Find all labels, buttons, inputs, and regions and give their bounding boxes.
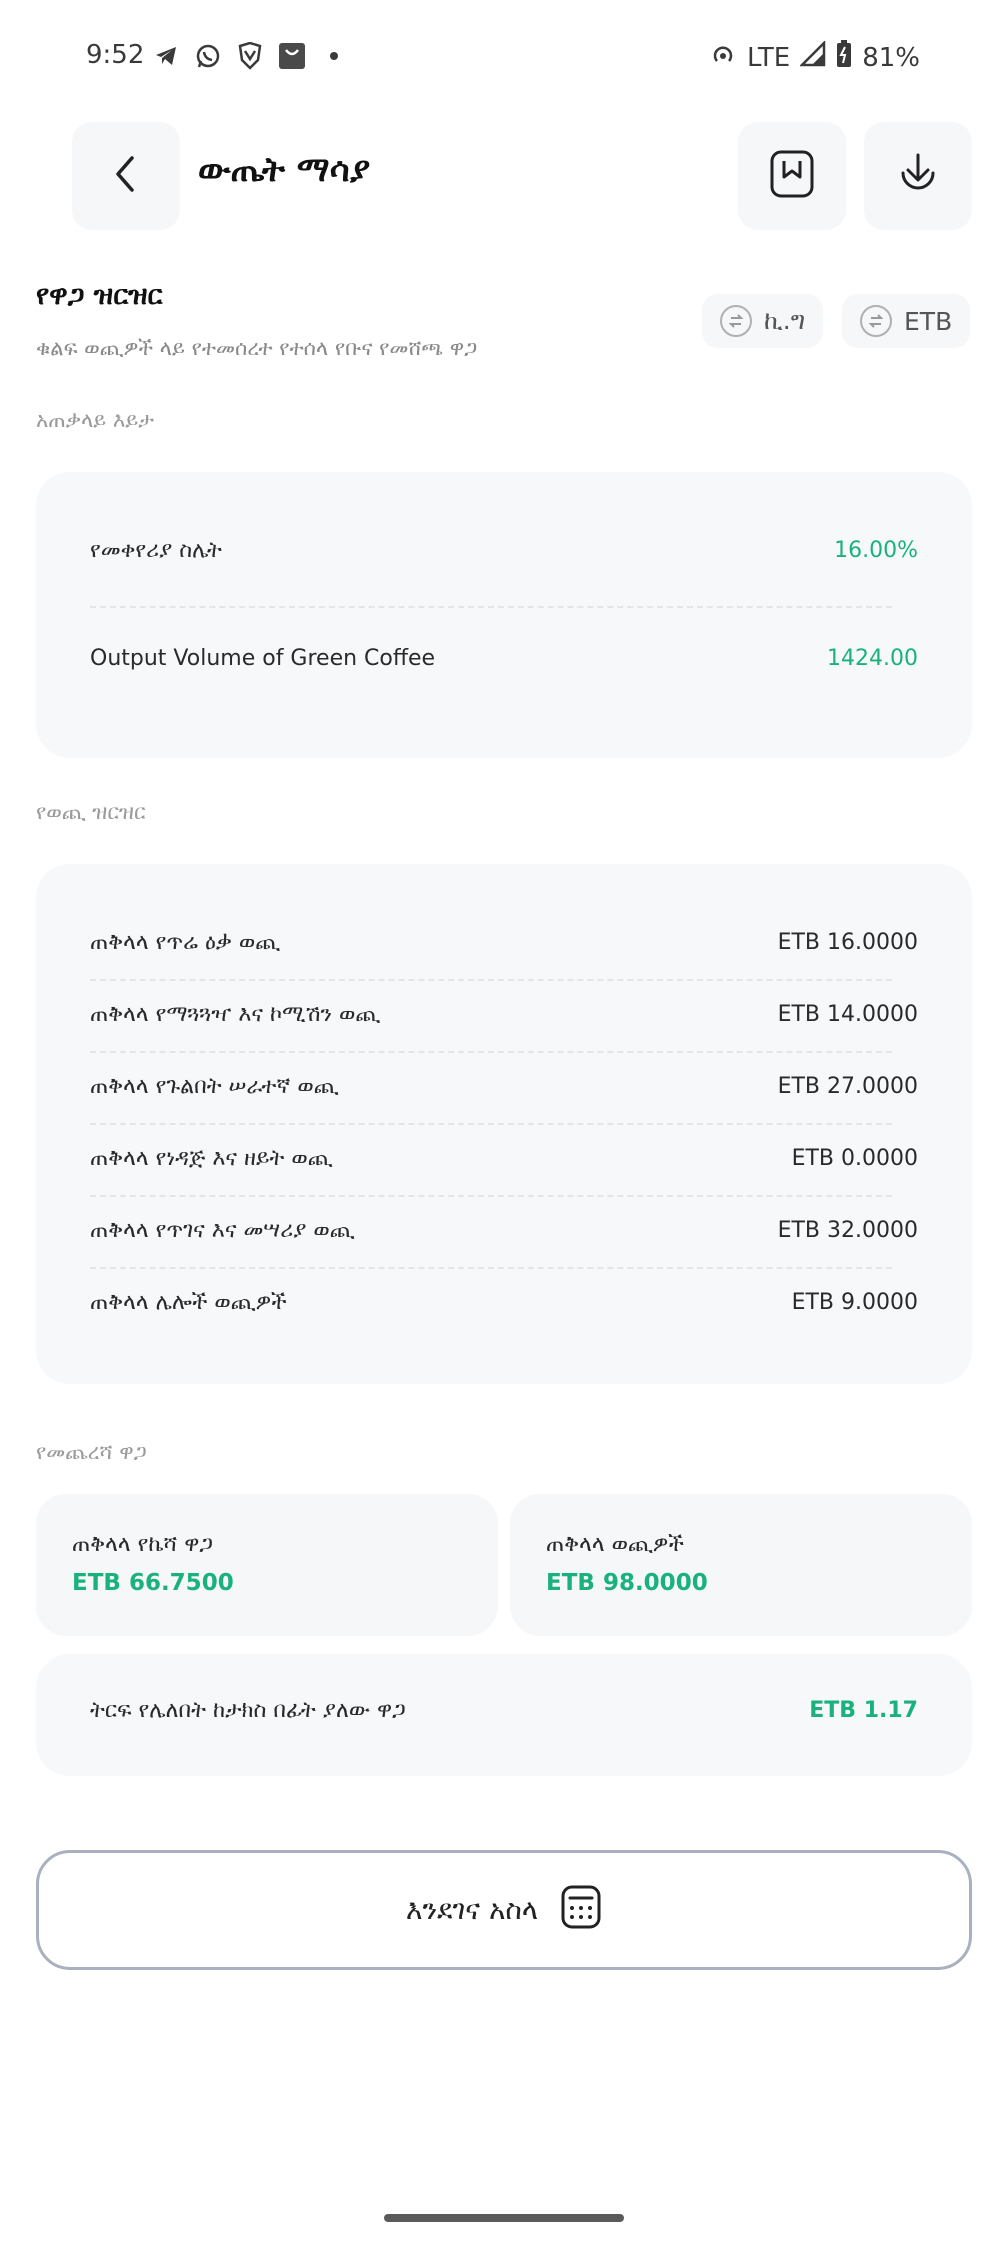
price-per-kg-value: ETB 66.7500 [72, 1570, 234, 1596]
download-icon [893, 149, 943, 203]
unit-toggle-chip[interactable]: ኪ.ግ [702, 294, 824, 348]
telegram-icon [152, 42, 180, 70]
pre-tax-price-value: ETB 1.17 [809, 1698, 918, 1723]
system-indicators: LTE 81% [709, 39, 920, 75]
divider [90, 1195, 892, 1197]
expense-row: ጠቅላላ የነዳጅ እና ዘይት ወጪ ETB 0.0000 [90, 1146, 918, 1171]
price-per-kg-label: ጠቅላላ የኬሻ ዋጋ [72, 1532, 213, 1557]
home-indicator[interactable] [384, 2214, 624, 2222]
hotspot-icon [709, 40, 737, 75]
swap-icon [720, 305, 752, 337]
final-price-label: የመጨረሻ ዋጋ [36, 1440, 147, 1464]
battery-percent: 81% [862, 42, 920, 73]
divider [90, 979, 892, 981]
currency-chip-label: ETB [904, 306, 953, 336]
expense-row: ጠቅላላ የማጓጓዣ እና ኮሚሽን ወጪ ETB 14.0000 [90, 1002, 918, 1027]
price-breakdown-title: የዋጋ ዝርዝር [36, 280, 163, 311]
battery-icon [836, 40, 852, 75]
unit-chip-label: ኪ.ግ [764, 306, 806, 335]
expense-value: ETB 27.0000 [777, 1074, 918, 1099]
pre-tax-price-card: ትርፍ የሌለበት ከታክስ በፊት ያለው ዋጋ ETB 1.17 [36, 1654, 972, 1776]
overview-card: የመቀየሪያ ስሌት 16.00% Output Volume of Green… [36, 472, 972, 758]
divider [90, 1123, 892, 1125]
shopping-bag-icon [278, 42, 306, 70]
overview-label: አጠቃላይ እይታ [36, 408, 154, 432]
total-expenses-card: ጠቅላላ ወጪዎች ETB 98.0000 [510, 1494, 972, 1636]
expense-label: ጠቅላላ የጉልበት ሠራተኛ ወጪ [90, 1074, 339, 1099]
more-notifications-dot [330, 52, 338, 60]
expense-row: ጠቅላላ የጥሬ ዕቃ ወጪ ETB 16.0000 [90, 930, 918, 955]
divider [90, 1267, 892, 1269]
bookmark-button[interactable] [738, 122, 846, 230]
price-breakdown-subtitle: ቁልፍ ወጪዎች ላይ የተመሰረተ የተሰላ የቡና የመሸጫ ዋጋ [36, 336, 478, 360]
conversion-rate-value: 16.00% [834, 538, 918, 563]
swap-icon [860, 305, 892, 337]
expense-value: ETB 16.0000 [777, 930, 918, 955]
download-button[interactable] [864, 122, 972, 230]
currency-toggle-chip[interactable]: ETB [842, 294, 971, 348]
total-expenses-value: ETB 98.0000 [546, 1570, 708, 1596]
expense-label: ጠቅላላ የጥገና እና መሣሪያ ወጪ [90, 1218, 355, 1243]
expenses-label: የወጪ ዝርዝር [36, 800, 146, 824]
expense-row: ጠቅላላ የጉልበት ሠራተኛ ወጪ ETB 27.0000 [90, 1074, 918, 1099]
output-volume-value: 1424.00 [827, 646, 918, 671]
expenses-card: ጠቅላላ የጥሬ ዕቃ ወጪ ETB 16.0000 ጠቅላላ የማጓጓዣ እና… [36, 864, 972, 1384]
back-button[interactable] [72, 122, 180, 230]
expense-value: ETB 14.0000 [777, 1002, 918, 1027]
expense-row: ጠቅላላ ሌሎች ወጪዎች ETB 9.0000 [90, 1290, 918, 1315]
expense-value: ETB 0.0000 [791, 1146, 918, 1171]
output-volume-label: Output Volume of Green Coffee [90, 646, 436, 671]
conversion-rate-label: የመቀየሪያ ስሌት [90, 538, 222, 563]
notification-icons [152, 42, 338, 70]
expense-label: ጠቅላላ የጥሬ ዕቃ ወጪ [90, 930, 281, 955]
shield-icon [236, 42, 264, 70]
price-per-kg-card: ጠቅላላ የኬሻ ዋጋ ETB 66.7500 [36, 1494, 498, 1636]
divider [90, 606, 892, 608]
expense-value: ETB 32.0000 [777, 1218, 918, 1243]
total-expenses-label: ጠቅላላ ወጪዎች [546, 1532, 684, 1557]
whatsapp-icon [194, 42, 222, 70]
recalculate-button[interactable]: እንደገና አስላ [36, 1850, 972, 1970]
signal-icon [799, 39, 826, 74]
results-screen: 9:52 LTE 81% ውጤት ማሳያ የዋጋ ዝርዝር ቁልፍ ወጪዎች ላ… [0, 0, 1008, 2244]
expense-row: ጠቅላላ የጥገና እና መሣሪያ ወጪ ETB 32.0000 [90, 1218, 918, 1243]
status-bar: 9:52 LTE 81% [0, 36, 1008, 80]
expense-label: ጠቅላላ ሌሎች ወጪዎች [90, 1290, 287, 1315]
pre-tax-row: ትርፍ የሌለበት ከታክስ በፊት ያለው ዋጋ ETB 1.17 [90, 1698, 918, 1723]
bookmark-icon [769, 149, 815, 203]
chevron-left-icon [110, 154, 142, 198]
network-type: LTE [746, 42, 791, 73]
calculator-icon [560, 1884, 602, 1937]
overview-row: Output Volume of Green Coffee 1424.00 [90, 646, 918, 671]
overview-row: የመቀየሪያ ስሌት 16.00% [90, 538, 918, 563]
pre-tax-price-label: ትርፍ የሌለበት ከታክስ በፊት ያለው ዋጋ [90, 1698, 406, 1723]
status-time: 9:52 [86, 40, 145, 70]
divider [90, 1051, 892, 1053]
expense-label: ጠቅላላ የነዳጅ እና ዘይት ወጪ [90, 1146, 333, 1171]
recalculate-label: እንደገና አስላ [405, 1893, 539, 1926]
expense-value: ETB 9.0000 [791, 1290, 918, 1315]
page-title: ውጤት ማሳያ [198, 150, 371, 190]
expense-label: ጠቅላላ የማጓጓዣ እና ኮሚሽን ወጪ [90, 1002, 381, 1027]
